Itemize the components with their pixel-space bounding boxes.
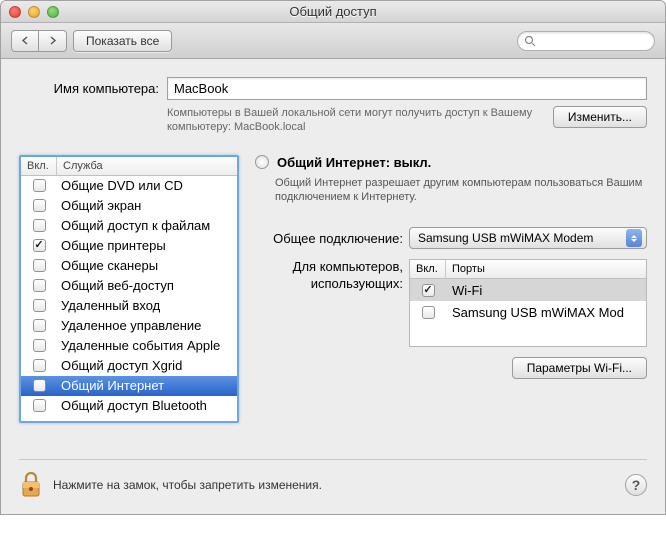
service-label: Общий экран — [57, 198, 237, 213]
service-checkbox[interactable] — [33, 199, 46, 212]
service-row[interactable]: Общий Интернет — [21, 376, 237, 396]
service-checkbox[interactable] — [33, 259, 46, 272]
service-label: Удаленные события Apple — [57, 338, 237, 353]
service-label: Общий Интернет — [57, 378, 237, 393]
service-row[interactable]: Общий доступ к файлам — [21, 216, 237, 236]
services-header: Вкл. Служба — [21, 157, 237, 176]
content-area: Имя компьютера: Компьютеры в Вашей локал… — [1, 59, 665, 514]
services-body: Общие DVD или CD Общий экран Общий доступ … — [21, 176, 237, 416]
service-row[interactable]: Удаленные события Apple — [21, 336, 237, 356]
services-list[interactable]: Вкл. Служба Общие DVD или CDОбщий экранО… — [19, 155, 239, 423]
ports-table[interactable]: Вкл. Порты Wi-Fi Samsung USB mWiMAX Mod — [409, 259, 647, 347]
status-row: Общий Интернет: выкл. — [255, 155, 647, 170]
service-checkbox[interactable] — [33, 239, 46, 252]
connection-label: Общее подключение: — [255, 231, 403, 246]
ports-row: Для компьютеров, использующих: Вкл. Порт… — [255, 259, 647, 347]
search-icon — [524, 35, 536, 47]
toolbar: Показать все — [1, 23, 665, 59]
hint-row: Компьютеры в Вашей локальной сети могут … — [19, 106, 647, 135]
port-row[interactable]: Wi-Fi — [410, 279, 646, 301]
computer-name-hint: Компьютеры в Вашей локальной сети могут … — [167, 106, 537, 135]
port-checkbox[interactable] — [422, 306, 435, 319]
main-row: Вкл. Служба Общие DVD или CDОбщий экранО… — [19, 155, 647, 423]
service-label: Удаленное управление — [57, 318, 237, 333]
titlebar: Общий доступ — [1, 1, 665, 23]
ports-body: Wi-Fi Samsung USB mWiMAX Mod — [410, 279, 646, 323]
lock-icon[interactable] — [19, 470, 43, 500]
prefs-window: Общий доступ Показать все Имя компьютера… — [0, 0, 666, 515]
service-checkbox[interactable] — [33, 359, 46, 372]
service-checkbox[interactable] — [33, 299, 46, 312]
service-row[interactable]: Общие DVD или CD — [21, 176, 237, 196]
edit-hostname-button[interactable]: Изменить... — [553, 106, 647, 128]
service-label: Общие DVD или CD — [57, 178, 237, 193]
service-checkbox[interactable] — [33, 279, 46, 292]
show-all-button[interactable]: Показать все — [73, 30, 172, 52]
connection-row: Общее подключение: Samsung USB mWiMAX Mo… — [255, 227, 647, 249]
forward-button[interactable] — [39, 30, 67, 52]
service-label: Общий доступ Xgrid — [57, 358, 237, 373]
computer-name-input[interactable] — [167, 77, 647, 100]
footer: Нажмите на замок, чтобы запретить измене… — [19, 459, 647, 500]
wifi-options-button[interactable]: Параметры Wi-Fi... — [512, 357, 647, 379]
port-label: Samsung USB mWiMAX Mod — [446, 305, 646, 320]
back-button[interactable] — [11, 30, 39, 52]
service-label: Удаленный вход — [57, 298, 237, 313]
connection-value: Samsung USB mWiMAX Modem — [418, 231, 593, 245]
service-row[interactable]: Общие принтеры — [21, 236, 237, 256]
connection-popup[interactable]: Samsung USB mWiMAX Modem — [409, 227, 647, 249]
service-row[interactable]: Общий веб-доступ — [21, 276, 237, 296]
search-field[interactable] — [517, 31, 655, 51]
status-description: Общий Интернет разрешает другим компьюте… — [275, 176, 647, 206]
status-text: Общий Интернет: выкл. — [277, 155, 431, 170]
service-label: Общие принтеры — [57, 238, 237, 253]
ports-header: Вкл. Порты — [410, 260, 646, 279]
help-button[interactable]: ? — [625, 474, 647, 496]
status-radio-icon[interactable] — [255, 155, 269, 169]
service-checkbox[interactable] — [33, 339, 46, 352]
nav-segment — [11, 30, 67, 52]
ports-header-ports: Порты — [446, 260, 646, 278]
service-checkbox[interactable] — [33, 219, 46, 232]
service-label: Общий доступ Bluetooth — [57, 398, 237, 413]
service-label: Общие сканеры — [57, 258, 237, 273]
service-row[interactable]: Общие сканеры — [21, 256, 237, 276]
service-checkbox[interactable] — [33, 319, 46, 332]
service-checkbox[interactable] — [33, 399, 46, 412]
service-label: Общий веб-доступ — [57, 278, 237, 293]
lock-text: Нажмите на замок, чтобы запретить измене… — [53, 478, 322, 492]
computer-name-row: Имя компьютера: — [19, 77, 647, 100]
services-header-service: Служба — [57, 157, 237, 175]
service-row[interactable]: Удаленный вход — [21, 296, 237, 316]
service-checkbox[interactable] — [33, 179, 46, 192]
computer-name-label: Имя компьютера: — [19, 77, 159, 96]
service-checkbox[interactable] — [33, 379, 46, 392]
ports-header-on: Вкл. — [410, 260, 446, 278]
ports-label: Для компьютеров, использующих: — [255, 259, 403, 293]
services-header-on: Вкл. — [21, 157, 57, 175]
port-checkbox[interactable] — [422, 284, 435, 297]
search-input[interactable] — [540, 35, 648, 47]
service-label: Общий доступ к файлам — [57, 218, 237, 233]
window-title: Общий доступ — [1, 4, 665, 19]
service-row[interactable]: Общий доступ Xgrid — [21, 356, 237, 376]
service-row[interactable]: Удаленное управление — [21, 316, 237, 336]
service-row[interactable]: Общий экран — [21, 196, 237, 216]
service-row[interactable]: Общий доступ Bluetooth — [21, 396, 237, 416]
detail-pane: Общий Интернет: выкл. Общий Интернет раз… — [255, 155, 647, 423]
port-row[interactable]: Samsung USB mWiMAX Mod — [410, 301, 646, 323]
port-label: Wi-Fi — [446, 283, 646, 298]
popup-arrows-icon — [626, 229, 642, 247]
